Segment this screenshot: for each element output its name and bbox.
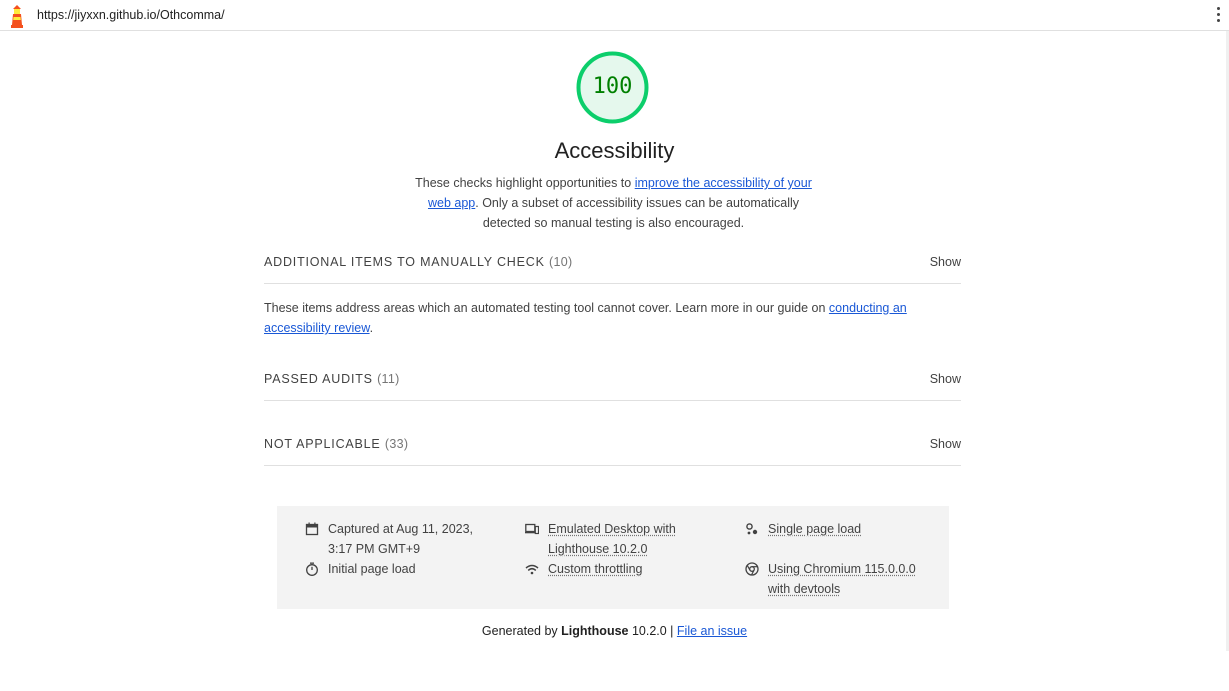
show-toggle[interactable]: Show (930, 437, 961, 451)
group-title-text: ADDITIONAL ITEMS TO MANUALLY CHECK (264, 255, 545, 269)
group-title: ADDITIONAL ITEMS TO MANUALLY CHECK (10) (264, 255, 572, 269)
generated-by-text: Generated by (481, 624, 562, 638)
score-value: 100 (592, 74, 633, 99)
lighthouse-logo-icon (11, 5, 23, 28)
chrome-icon (745, 562, 759, 576)
devices-icon (525, 523, 539, 535)
report-footer: Generated by Lighthouse 10.2.0 | File an… (0, 624, 1229, 638)
manual-desc-text: These items address areas which an autom… (264, 301, 829, 315)
stopwatch-icon (306, 562, 318, 576)
category-desc-text: These checks highlight opportunities to (415, 176, 635, 190)
group-passed-audits[interactable]: PASSED AUDITS (11) Show (264, 372, 961, 401)
file-issue-link[interactable]: File an issue (677, 624, 747, 638)
throttling-text: Custom throttling (548, 562, 643, 576)
wifi-icon (525, 564, 539, 575)
gears-icon (746, 523, 758, 535)
manual-check-description: These items address areas which an autom… (264, 298, 924, 338)
emulated-line2: Lighthouse 10.2.0 (548, 542, 648, 556)
show-toggle[interactable]: Show (930, 372, 961, 386)
group-title-text: NOT APPLICABLE (264, 437, 381, 451)
more-options-icon[interactable] (1213, 7, 1223, 25)
captured-line2: 3:17 PM GMT+9 (328, 542, 421, 556)
initial-load-text: Initial page load (328, 562, 416, 576)
group-title: NOT APPLICABLE (33) (264, 437, 408, 451)
show-toggle[interactable]: Show (930, 255, 961, 269)
group-count: (11) (377, 372, 400, 386)
chromium-line2: with devtools (768, 582, 841, 596)
group-not-applicable[interactable]: NOT APPLICABLE (33) Show (264, 437, 961, 466)
run-metadata: Captured at Aug 11, 2023, 3:17 PM GMT+9 I… (277, 506, 949, 609)
group-manual-check[interactable]: ADDITIONAL ITEMS TO MANUALLY CHECK (10) … (264, 255, 961, 284)
category-desc-text-end: . Only a subset of accessibility issues … (475, 196, 800, 230)
product-name: Lighthouse (561, 624, 629, 638)
single-load-text: Single page load (768, 522, 862, 536)
manual-desc-end: . (369, 321, 374, 335)
group-count: (33) (384, 437, 409, 451)
category-title: Accessibility (554, 138, 675, 163)
version-text: 10.2.0 | (628, 624, 677, 638)
category-description: These checks highlight opportunities to … (405, 173, 822, 233)
top-bar: https://jiyxxn.github.io/Othcomma/ (0, 0, 1229, 31)
chromium-line1: Using Chromium 115.0.0.0 (768, 562, 916, 576)
emulated-line1: Emulated Desktop with (548, 522, 676, 536)
report-url: https://jiyxxn.github.io/Othcomma/ (37, 8, 225, 22)
calendar-icon (305, 522, 319, 536)
group-count: (10) (549, 255, 573, 269)
captured-line1: Captured at Aug 11, 2023, (328, 522, 474, 536)
group-title: PASSED AUDITS (11) (264, 372, 400, 386)
group-title-text: PASSED AUDITS (264, 372, 373, 386)
